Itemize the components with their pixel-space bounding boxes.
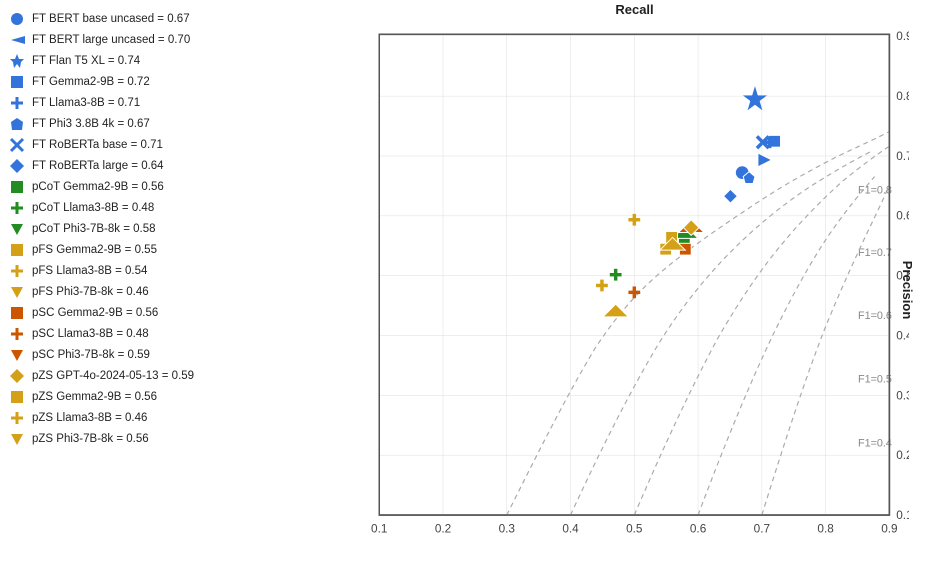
legend-label-10: pCoT Phi3-7B-8k = 0.58 (32, 223, 156, 235)
svg-text:0.4: 0.4 (562, 523, 579, 536)
svg-text:F1=0.5: F1=0.5 (858, 374, 892, 386)
chart-wrapper: Recall (330, 0, 939, 579)
svg-text:0.4: 0.4 (896, 329, 909, 342)
legend-item: pCoT Gemma2-9B = 0.56 (8, 178, 322, 196)
x-axis-title: Recall (615, 2, 653, 17)
legend-item: pZS Phi3-7B-8k = 0.56 (8, 430, 322, 448)
legend-icon-19 (8, 409, 26, 427)
svg-text:0.3: 0.3 (896, 389, 909, 402)
legend-label-7: FT RoBERTa large = 0.64 (32, 160, 164, 172)
legend-icon-18 (8, 388, 26, 406)
svg-text:F1=0.6: F1=0.6 (858, 310, 892, 322)
svg-text:F1=0.8: F1=0.8 (858, 184, 892, 196)
legend-label-2: FT Flan T5 XL = 0.74 (32, 55, 140, 67)
svg-text:0.9: 0.9 (881, 523, 897, 536)
svg-text:0.7: 0.7 (754, 523, 770, 536)
svg-text:0.6: 0.6 (896, 210, 909, 223)
svg-text:0.8: 0.8 (896, 90, 909, 103)
legend-icon-6 (8, 136, 26, 154)
legend: FT BERT base uncased = 0.67 FT BERT large… (0, 0, 330, 579)
legend-item: pFS Gemma2-9B = 0.55 (8, 241, 322, 259)
legend-label-6: FT RoBERTa base = 0.71 (32, 139, 163, 151)
legend-icon-16 (8, 346, 26, 364)
svg-text:0.2: 0.2 (435, 523, 451, 536)
legend-item: pCoT Phi3-7B-8k = 0.58 (8, 220, 322, 238)
legend-label-19: pZS Llama3-8B = 0.46 (32, 412, 147, 424)
legend-item: FT Gemma2-9B = 0.72 (8, 73, 322, 91)
legend-icon-8 (8, 178, 26, 196)
legend-item: pFS Phi3-7B-8k = 0.46 (8, 283, 322, 301)
legend-item: FT BERT large uncased = 0.70 (8, 31, 322, 49)
legend-icon-11 (8, 241, 26, 259)
legend-item: FT RoBERTa base = 0.71 (8, 136, 322, 154)
legend-icon-3 (8, 73, 26, 91)
legend-icon-10 (8, 220, 26, 238)
scatter-plot: 0.1 0.2 0.3 0.4 0.5 0.6 0.7 0.8 0.9 0.1 … (340, 20, 909, 549)
legend-label-18: pZS Gemma2-9B = 0.56 (32, 391, 157, 403)
svg-text:F1=0.7: F1=0.7 (858, 247, 892, 259)
legend-icon-17 (8, 367, 26, 385)
svg-text:0.2: 0.2 (896, 449, 909, 462)
legend-item: pCoT Llama3-8B = 0.48 (8, 199, 322, 217)
svg-text:0.6: 0.6 (690, 523, 707, 536)
legend-item: pZS Gemma2-9B = 0.56 (8, 388, 322, 406)
legend-item: FT Llama3-8B = 0.71 (8, 94, 322, 112)
legend-item: FT BERT base uncased = 0.67 (8, 10, 322, 28)
legend-icon-15 (8, 325, 26, 343)
legend-label-15: pSC Llama3-8B = 0.48 (32, 328, 149, 340)
legend-label-12: pFS Llama3-8B = 0.54 (32, 265, 147, 277)
legend-item: pZS Llama3-8B = 0.46 (8, 409, 322, 427)
legend-icon-13 (8, 283, 26, 301)
svg-text:0.9: 0.9 (896, 30, 909, 43)
legend-label-9: pCoT Llama3-8B = 0.48 (32, 202, 154, 214)
legend-item: pFS Llama3-8B = 0.54 (8, 262, 322, 280)
legend-item: pSC Llama3-8B = 0.48 (8, 325, 322, 343)
legend-icon-2 (8, 52, 26, 70)
legend-label-5: FT Phi3 3.8B 4k = 0.67 (32, 118, 150, 130)
y-axis-title: Precision (900, 260, 915, 319)
legend-icon-4 (8, 94, 26, 112)
legend-icon-14 (8, 304, 26, 322)
legend-label-20: pZS Phi3-7B-8k = 0.56 (32, 433, 149, 445)
legend-item: FT Phi3 3.8B 4k = 0.67 (8, 115, 322, 133)
legend-label-13: pFS Phi3-7B-8k = 0.46 (32, 286, 149, 298)
legend-icon-9 (8, 199, 26, 217)
legend-label-16: pSC Phi3-7B-8k = 0.59 (32, 349, 150, 361)
svg-text:0.1: 0.1 (896, 509, 909, 522)
legend-label-3: FT Gemma2-9B = 0.72 (32, 76, 150, 88)
legend-icon-7 (8, 157, 26, 175)
legend-label-8: pCoT Gemma2-9B = 0.56 (32, 181, 164, 193)
svg-text:0.3: 0.3 (499, 523, 516, 536)
legend-icon-1 (8, 31, 26, 49)
legend-item: pSC Phi3-7B-8k = 0.59 (8, 346, 322, 364)
legend-label-17: pZS GPT-4o-2024-05-13 = 0.59 (32, 370, 194, 382)
legend-item: pSC Gemma2-9B = 0.56 (8, 304, 322, 322)
legend-label-11: pFS Gemma2-9B = 0.55 (32, 244, 157, 256)
legend-icon-5 (8, 115, 26, 133)
legend-label-4: FT Llama3-8B = 0.71 (32, 97, 140, 109)
legend-label-1: FT BERT large uncased = 0.70 (32, 34, 190, 46)
legend-item: FT RoBERTa large = 0.64 (8, 157, 322, 175)
legend-icon-0 (8, 10, 26, 28)
legend-item: FT Flan T5 XL = 0.74 (8, 52, 322, 70)
legend-label-14: pSC Gemma2-9B = 0.56 (32, 307, 158, 319)
legend-icon-12 (8, 262, 26, 280)
legend-icon-20 (8, 430, 26, 448)
svg-text:0.8: 0.8 (817, 523, 834, 536)
svg-text:0.5: 0.5 (626, 523, 643, 536)
svg-text:0.7: 0.7 (896, 150, 909, 163)
legend-label-0: FT BERT base uncased = 0.67 (32, 13, 190, 25)
svg-text:F1=0.4: F1=0.4 (858, 437, 892, 449)
legend-item: pZS GPT-4o-2024-05-13 = 0.59 (8, 367, 322, 385)
svg-text:0.1: 0.1 (371, 523, 387, 536)
